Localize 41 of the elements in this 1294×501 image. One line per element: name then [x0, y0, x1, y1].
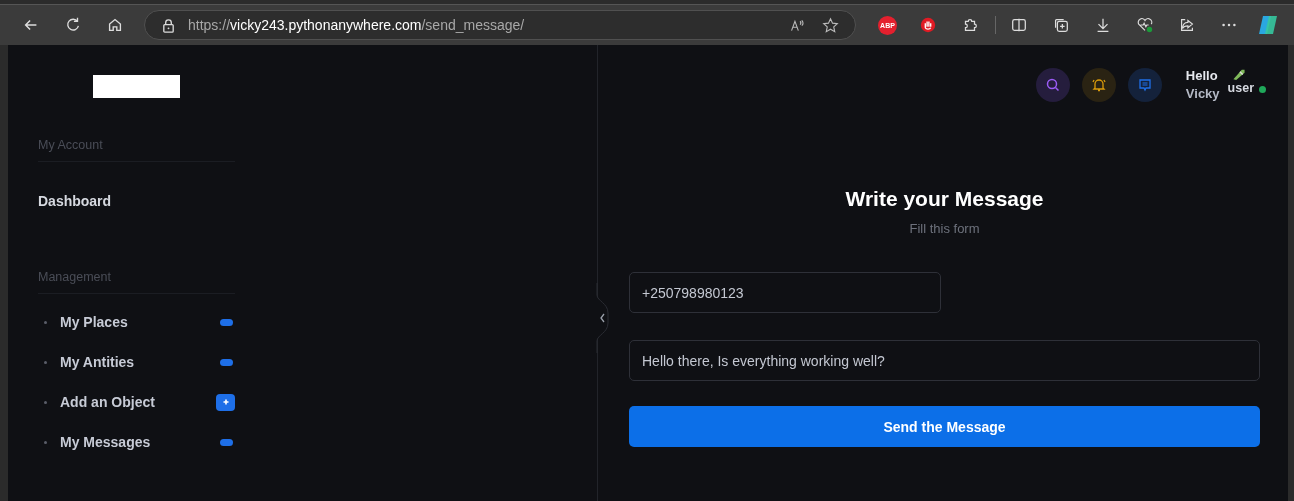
bullet-icon: [44, 440, 47, 444]
form-title: Write your Message: [844, 187, 1045, 211]
home-icon[interactable]: [106, 16, 124, 34]
message-field[interactable]: Hello there, Is everything working well?: [629, 340, 1260, 381]
plus-icon: [216, 393, 235, 411]
pill-icon: [220, 438, 233, 446]
pill-icon: [220, 318, 233, 326]
bullet-icon: [44, 320, 47, 324]
lock-icon[interactable]: [161, 17, 176, 33]
phone-field[interactable]: +250798980123: [629, 272, 941, 313]
messages-button[interactable]: [1127, 68, 1162, 102]
copilot-icon[interactable]: [1256, 13, 1280, 37]
sidebar-item[interactable]: Add an Object: [60, 394, 216, 410]
collections-icon[interactable]: [1052, 16, 1070, 34]
bell-icon: [1090, 77, 1107, 93]
share-icon[interactable]: [1178, 16, 1196, 34]
sidebar-item[interactable]: Dashboard: [38, 193, 235, 209]
send-button[interactable]: Send the Message: [629, 406, 1260, 447]
bullet-icon: [44, 400, 47, 404]
sidebar-item[interactable]: My Messages: [60, 434, 220, 450]
user-name: Vicky: [1185, 85, 1220, 103]
notifications-button[interactable]: [1081, 68, 1116, 102]
chat-icon: [1136, 77, 1153, 93]
bullet-icon: [44, 360, 47, 364]
address-bar[interactable]: https://vicky243.pythonanywhere.com/send_message/: [144, 10, 856, 40]
greeting-text: Hello: [1185, 67, 1219, 85]
avatar-alt-text: user: [1227, 80, 1254, 95]
heart-pulse-icon[interactable]: [1136, 16, 1154, 34]
sidebar-item[interactable]: My Antities: [60, 354, 220, 370]
split-screen-icon[interactable]: [1010, 16, 1028, 34]
url-text[interactable]: https://vicky243.pythonanywhere.com/send_message/: [188, 17, 525, 33]
refresh-icon[interactable]: [64, 16, 82, 34]
section-heading: Management: [38, 270, 235, 294]
search-button[interactable]: [1035, 68, 1070, 102]
search-icon: [1044, 77, 1061, 93]
form-subtitle: Fill this form: [908, 221, 981, 236]
pill-icon: [220, 358, 233, 366]
star-icon[interactable]: [822, 16, 839, 34]
sidebar-item[interactable]: My Places: [60, 314, 220, 330]
collapse-handle[interactable]: [596, 283, 610, 353]
section-heading: My Account: [38, 138, 235, 162]
